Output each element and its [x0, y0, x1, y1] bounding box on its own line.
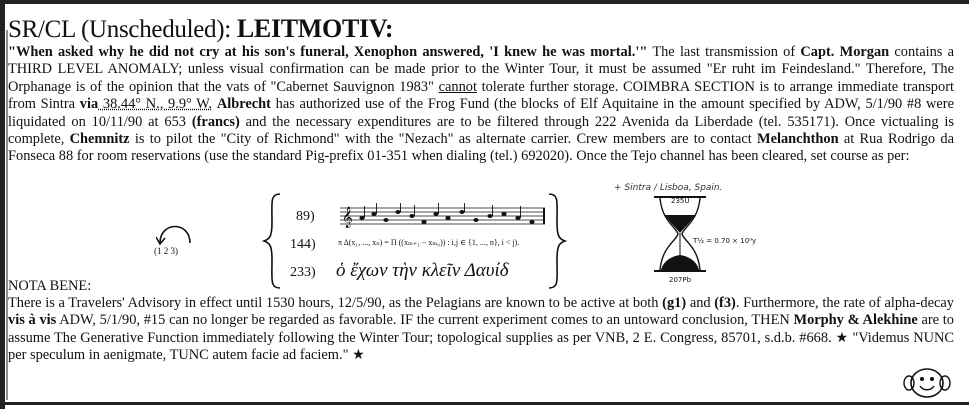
greek-inscription: ὁ ἔχων τὴν κλεῖν Δαυίδ: [336, 260, 509, 281]
right-brace: [548, 193, 567, 289]
hourglass-icon: [654, 196, 706, 272]
half-life-label: T½ = 0.70 × 10⁹y: [693, 237, 757, 245]
melanchthon: Melanchthon: [757, 131, 839, 148]
text-run: is to pilot the "City of Richmond" with …: [129, 131, 758, 148]
nota-bene-paragraph: There is a Travelers' Advisory in effect…: [8, 295, 954, 365]
page-title: SR/CL (Unscheduled): LEITMOTIV:: [8, 14, 394, 44]
music-staff-icon: 𝄞: [340, 203, 545, 228]
top-rule: [0, 0, 969, 4]
f3: (f3): [714, 295, 736, 311]
text-run: . Furthermore, the rate of alpha-decay: [735, 295, 954, 311]
left-scan-edge: [0, 0, 5, 409]
xenophon-quote: "When asked why he did not cry at his so…: [8, 44, 648, 60]
hourglass-top-label: 235U: [671, 197, 690, 205]
transmission-paragraph: "When asked why he did not cry at his so…: [8, 44, 954, 166]
via-word: via: [79, 96, 99, 113]
vis-a-vis: vis à vis: [8, 312, 57, 329]
text-run: and: [686, 295, 715, 311]
handwritten-note: + Sintra / Lisboa, Spain.: [614, 183, 723, 193]
face-doodle-icon: [903, 368, 951, 398]
morphy-alekhine: Morphy & Alekhine: [793, 312, 918, 329]
coordinates: 38.44° N., 9.9° W.: [98, 96, 213, 113]
course-row-89: 89): [296, 209, 315, 224]
albrecht: Albrecht: [216, 96, 271, 113]
left-brace: [262, 193, 281, 289]
hourglass-bottom-label: 207Pb: [669, 276, 692, 284]
g1: (g1): [662, 295, 687, 311]
star-icon: ★: [352, 348, 365, 364]
svg-text:𝄞: 𝄞: [342, 207, 353, 228]
chemnitz: Chemnitz: [69, 131, 130, 148]
course-row-233: 233): [290, 265, 316, 280]
text-run: There is a Travelers' Advisory in effect…: [8, 295, 663, 311]
title-prefix: SR/CL (Unscheduled):: [8, 16, 237, 43]
text-run: ADW, 5/1/90, #15 can no longer be regard…: [56, 312, 794, 329]
francs: (francs): [191, 113, 240, 130]
star-icon: ★: [835, 330, 849, 346]
title-keyword: LEITMOTIV:: [236, 14, 394, 43]
text-run: The last transmission of: [647, 44, 801, 60]
cannot-underlined: cannot: [438, 78, 477, 95]
vandermonde-formula: π Δ(x₁, ..., xₙ) = Π ((xₘ₊₁ − xₘ₀)) : i,…: [338, 238, 520, 247]
course-row-144: 144): [290, 237, 316, 252]
bottom-rule: [0, 402, 969, 405]
cycle-label: (1 2 3): [154, 246, 178, 256]
cycle-arrow-icon: [156, 225, 191, 246]
nota-bene-label: NOTA BENE:: [8, 278, 92, 294]
capt-morgan: Capt. Morgan: [800, 44, 890, 60]
